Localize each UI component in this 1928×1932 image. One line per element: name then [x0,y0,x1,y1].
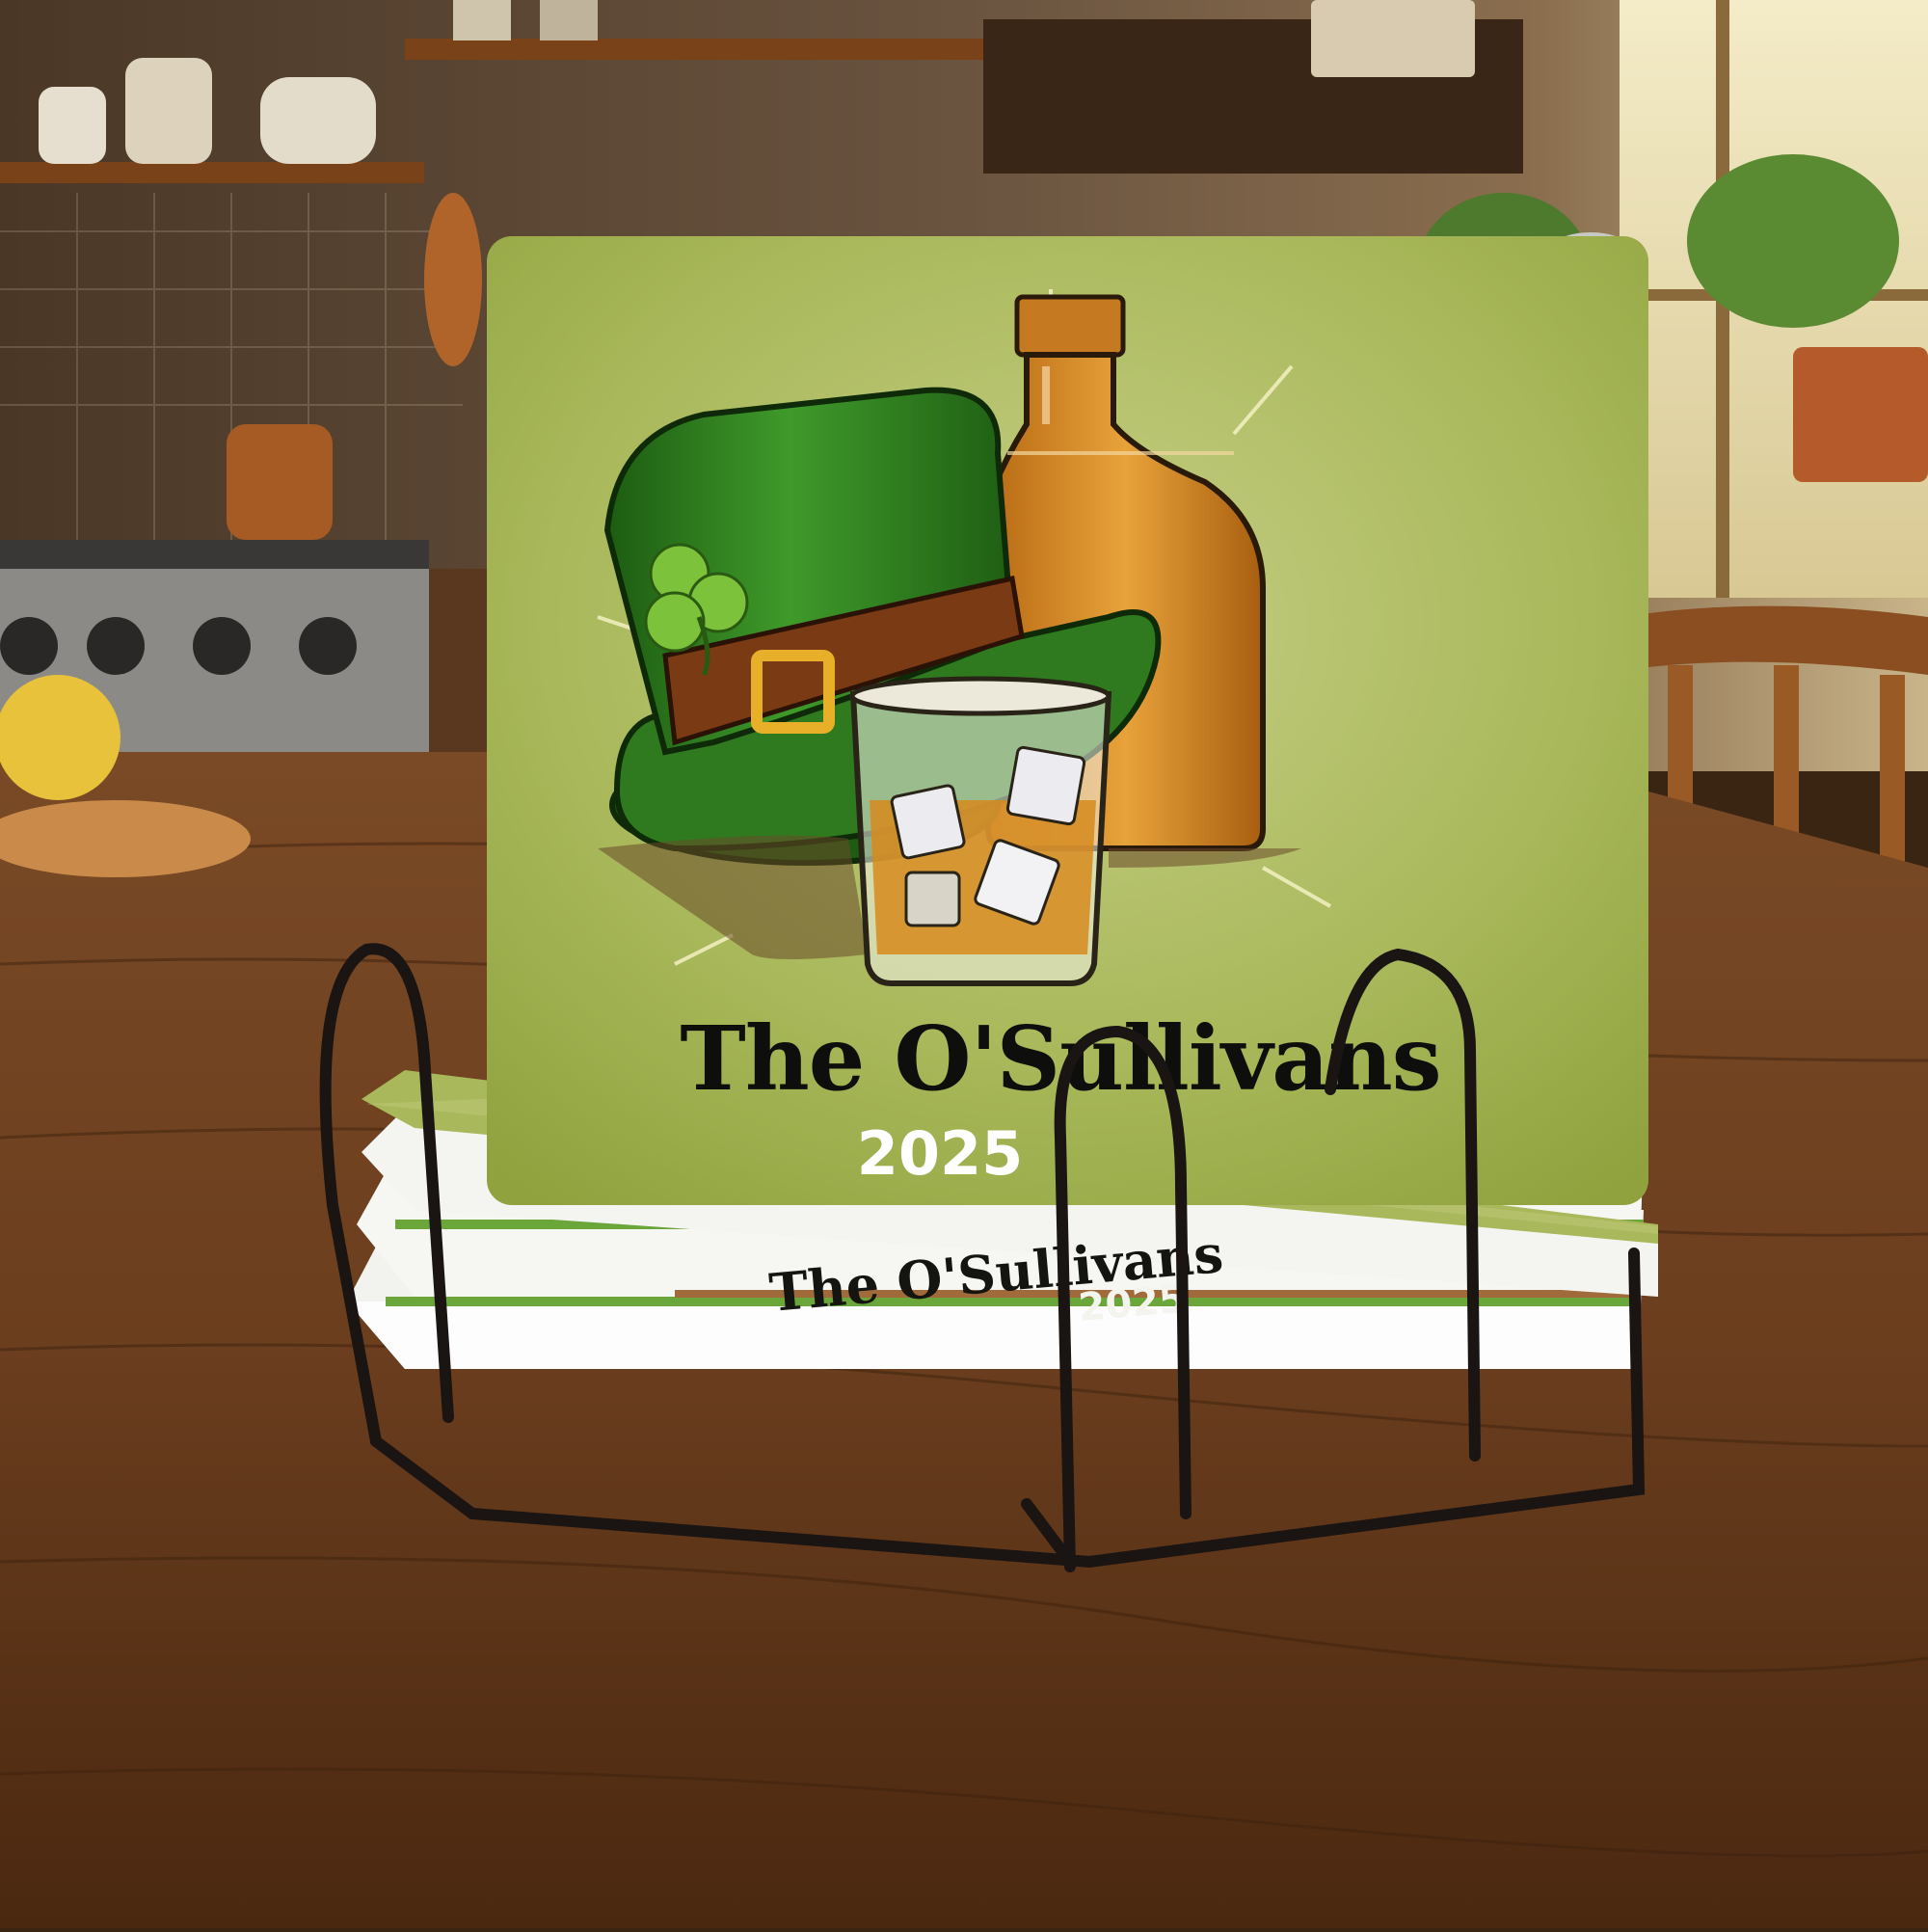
whiskey-glass-icon [849,676,1112,986]
product-photo: The O'Sullivans 2025 The O'Sullivans 202… [0,0,1928,1928]
stove-top [0,540,429,569]
scene-svg: The O'Sullivans 2025 The O'Sullivans 202… [0,0,1928,1928]
year-text: 2025 [857,1118,1024,1189]
lemon [0,675,120,800]
cutting-board [424,193,482,366]
copper-pot [227,424,333,540]
shelf-left [0,162,424,183]
jar [1311,0,1475,77]
shelf-top [405,39,983,60]
stacked-coaster-year: 2025 [1077,1276,1188,1330]
